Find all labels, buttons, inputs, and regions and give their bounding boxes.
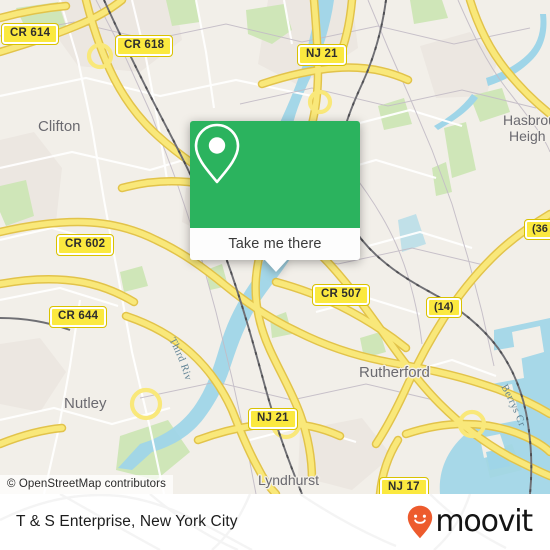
route-shield-nj-21-south[interactable]: NJ 21 bbox=[248, 408, 298, 430]
route-shield-cr-644[interactable]: CR 644 bbox=[48, 306, 108, 328]
moovit-wordmark: moovit bbox=[435, 504, 533, 539]
route-shield-cr-618[interactable]: CR 618 bbox=[114, 35, 174, 57]
location-popup-card[interactable]: Take me there bbox=[190, 121, 360, 272]
map-canvas[interactable]: Third River Berrys Creek Clifton Nutley … bbox=[0, 0, 550, 494]
popup-action-bar[interactable]: Take me there bbox=[190, 228, 360, 260]
osm-attribution[interactable]: © OpenStreetMap contributors bbox=[0, 475, 173, 494]
map-pin-icon bbox=[194, 123, 240, 184]
route-shield-cr-507[interactable]: CR 507 bbox=[311, 284, 371, 306]
moovit-map-screen: Third River Berrys Creek Clifton Nutley … bbox=[0, 0, 550, 550]
location-title: T & S Enterprise, New York City bbox=[16, 513, 238, 530]
moovit-brand[interactable]: moovit bbox=[407, 504, 533, 539]
footer-bar: T & S Enterprise, New York City moovit bbox=[0, 494, 550, 550]
popup-pointer-tail bbox=[265, 260, 287, 272]
moovit-smiley-pin-icon bbox=[408, 505, 433, 539]
popup-header bbox=[190, 121, 360, 228]
footer-content: T & S Enterprise, New York City moovit bbox=[0, 494, 550, 550]
route-shield-cr-602[interactable]: CR 602 bbox=[55, 234, 115, 256]
route-shield-nj-17[interactable]: NJ 17 bbox=[379, 477, 429, 494]
route-shield-14[interactable]: (14) bbox=[426, 297, 462, 318]
route-shield-nj-21-north[interactable]: NJ 21 bbox=[297, 44, 347, 66]
take-me-there-label: Take me there bbox=[228, 236, 322, 252]
route-shield-cr-614[interactable]: CR 614 bbox=[0, 23, 60, 45]
route-shield-36[interactable]: (36 bbox=[524, 219, 550, 240]
